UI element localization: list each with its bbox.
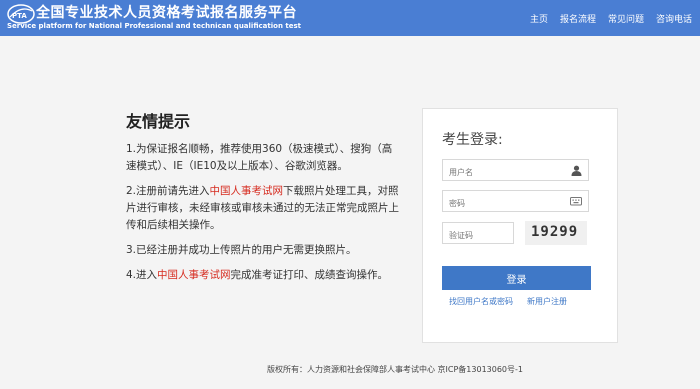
nav-contact[interactable]: 咨询电话 [656, 12, 692, 25]
tip-item: 1.为保证报名顺畅，推荐使用360（极速模式）、搜狗（高速模式）、IE（IE10… [126, 141, 401, 175]
username-field[interactable] [442, 159, 589, 183]
captcha-input[interactable] [443, 225, 511, 246]
tip-item: 2.注册前请先进入中国人事考试网下载照片处理工具，对照片进行审核，未经审核或审核… [126, 183, 401, 234]
captcha-image[interactable]: 19299 [525, 221, 587, 245]
tip-item: 3.已经注册并成功上传照片的用户无需更换照片。 [126, 242, 401, 259]
captcha-field[interactable] [442, 222, 514, 246]
tip-text: 2.注册前请先进入 [126, 185, 210, 197]
copyright-text: 版权所有：人力资源和社会保障部人事考试中心 京ICP备13013060号-1 [266, 365, 523, 374]
tip-text: 完成准考证打印、成绩查询操作。 [230, 269, 389, 281]
tip-text: 1.为保证报名顺畅，推荐使用360（极速模式）、搜狗（高速模式）、IE（IE10… [126, 143, 393, 172]
tips-title: 友情提示 [126, 112, 191, 131]
footer: 版权所有：人力资源和社会保障部人事考试中心 京ICP备13013060号-1 [0, 364, 700, 375]
password-input[interactable] [443, 193, 569, 214]
site-subtitle: Service platform for National Profession… [7, 22, 301, 30]
keyboard-icon [570, 197, 582, 206]
nav-faq[interactable]: 常见问题 [608, 12, 644, 25]
login-panel: 考生登录: 19299 登录 找回用户名或密码 新用户注册 [422, 108, 618, 343]
tips-panel: 友情提示 1.为保证报名顺畅，推荐使用360（极速模式）、搜狗（高速模式）、IE… [126, 108, 401, 292]
tip-item: 4.进入中国人事考试网完成准考证打印、成绩查询操作。 [126, 267, 401, 284]
login-title: 考生登录: [442, 132, 503, 148]
site-title: 全国专业技术人员资格考试报名服务平台 [36, 5, 297, 21]
tip-text: 3.已经注册并成功上传照片的用户无需更换照片。 [126, 244, 357, 256]
register-link[interactable]: 新用户注册 [527, 296, 567, 307]
header: PTA 全国专业技术人员资格考试报名服务平台 Service platform … [0, 0, 700, 36]
top-nav: 主页 报名流程 常见问题 咨询电话 [530, 12, 692, 25]
tip-text: 4.进入 [126, 269, 158, 281]
cpta-link[interactable]: 中国人事考试网 [210, 185, 284, 197]
username-input[interactable] [443, 162, 569, 183]
captcha-text: 19299 [531, 224, 579, 240]
nav-process[interactable]: 报名流程 [560, 12, 596, 25]
login-button[interactable]: 登录 [442, 266, 591, 290]
cpta-link[interactable]: 中国人事考试网 [157, 269, 231, 281]
login-links: 找回用户名或密码 新用户注册 [449, 296, 567, 307]
user-icon [571, 165, 582, 176]
nav-home[interactable]: 主页 [530, 12, 548, 25]
password-field[interactable] [442, 190, 589, 214]
forgot-link[interactable]: 找回用户名或密码 [449, 296, 513, 307]
svg-text:PTA: PTA [12, 12, 27, 20]
